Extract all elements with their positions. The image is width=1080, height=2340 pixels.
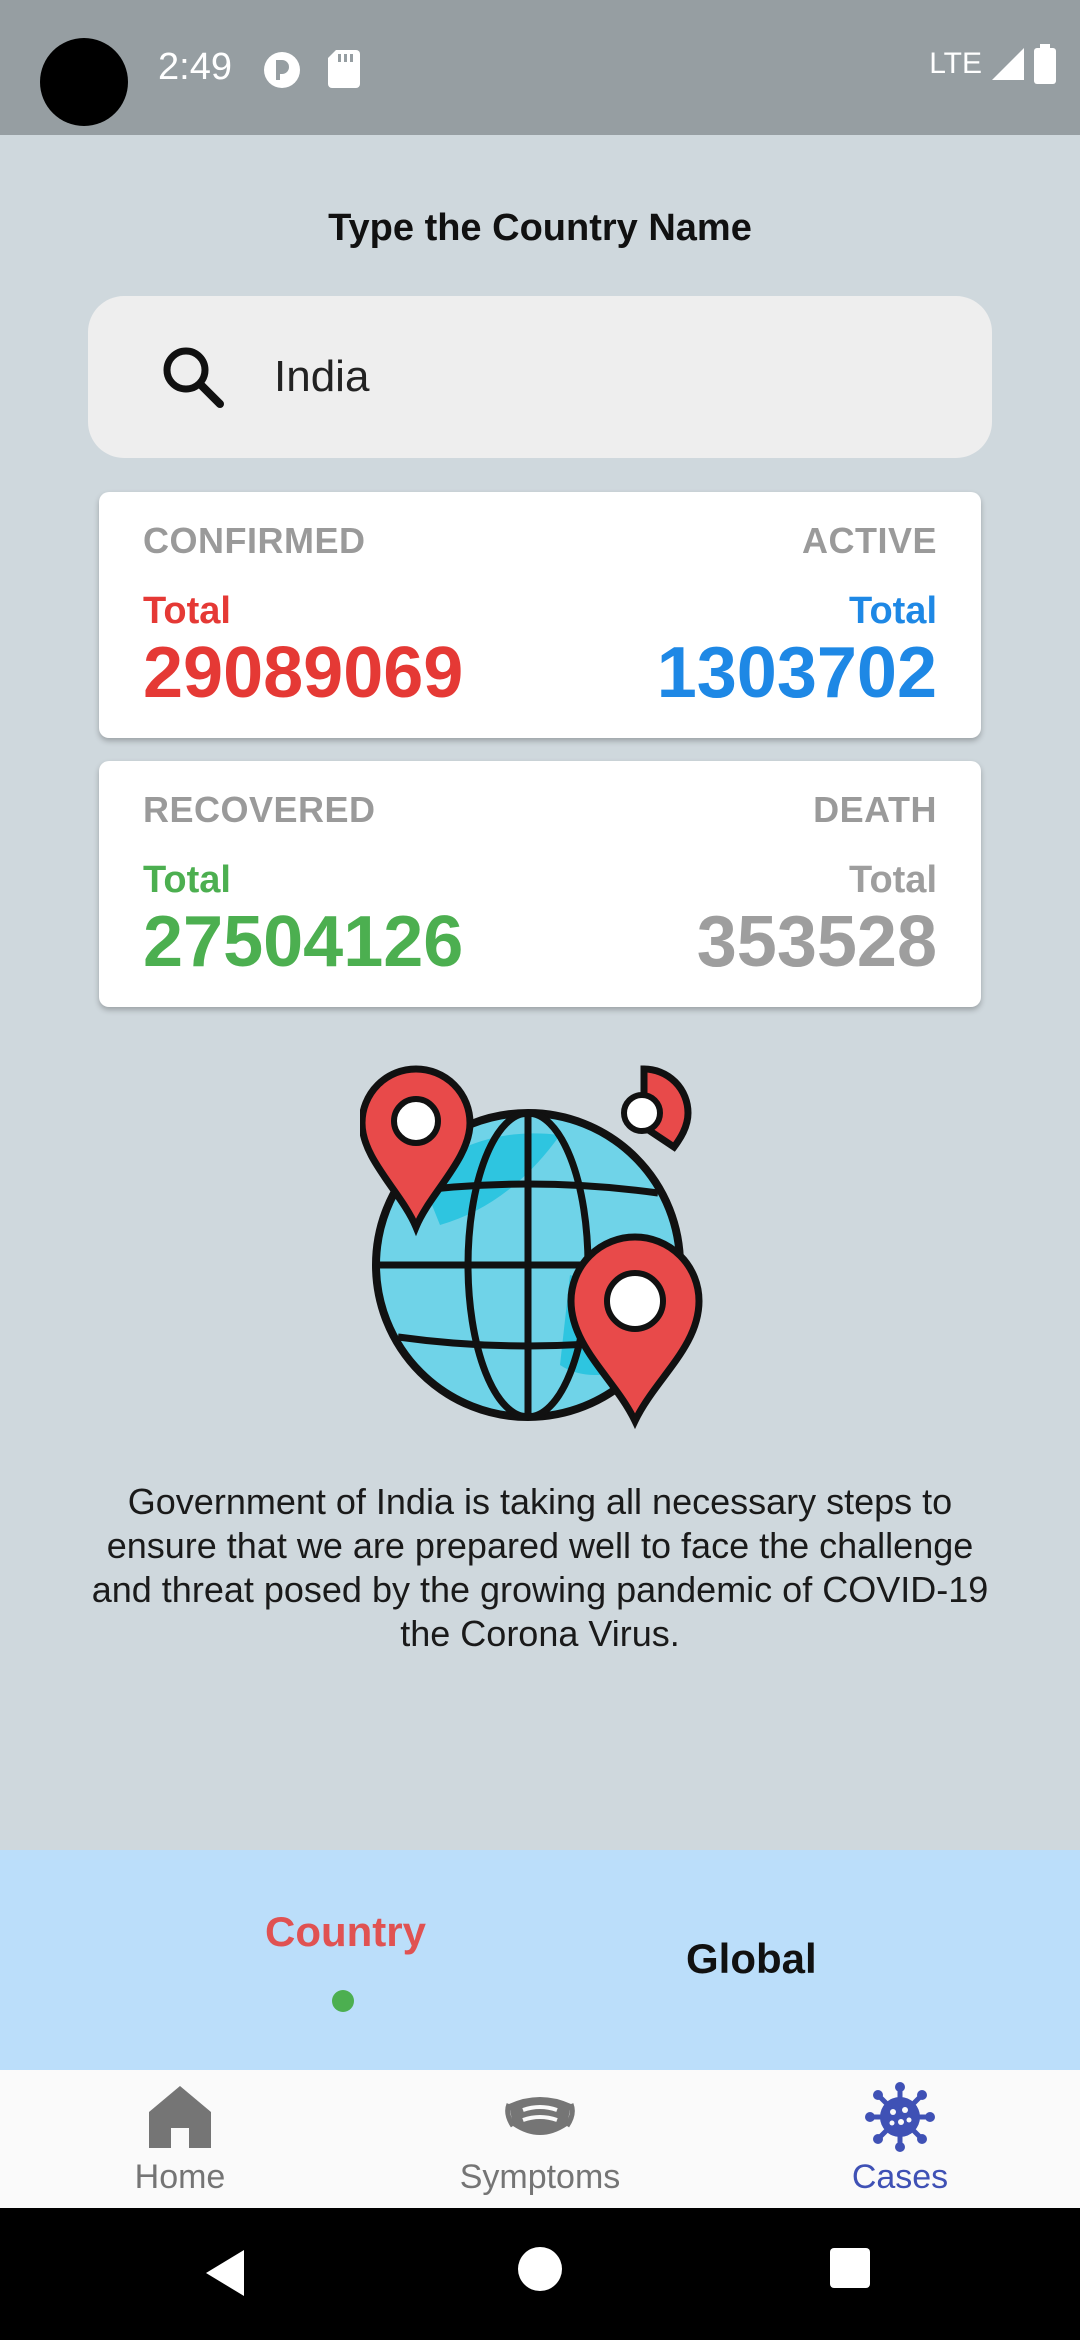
confirmed-sub-label: Total — [143, 590, 231, 632]
tab-global[interactable]: Global — [686, 1935, 817, 1983]
death-title: DEATH — [813, 789, 937, 830]
nav-label-home: Home — [134, 2158, 226, 2196]
search-icon — [163, 347, 224, 408]
country-search-input[interactable] — [274, 336, 954, 418]
status-time: 2:49 — [158, 46, 232, 88]
sd-card-icon — [328, 50, 360, 88]
nav-item-cases[interactable]: Cases — [720, 2070, 1080, 2208]
confirmed-title: CONFIRMED — [143, 520, 366, 561]
system-navigation-bar — [0, 2208, 1080, 2340]
active-title: ACTIVE — [801, 520, 937, 561]
search-box[interactable] — [88, 296, 992, 458]
recovered-title: RECOVERED — [143, 789, 376, 830]
back-icon[interactable] — [200, 2246, 250, 2300]
confirmed-value: 29089069 — [143, 633, 464, 713]
home-icon — [149, 2086, 211, 2148]
bottom-navigation: Home Symptoms Cases — [0, 2070, 1080, 2208]
death-sub-label: Total — [849, 859, 937, 901]
stats-card-confirmed-active: CONFIRMED Total 29089069 ACTIVE Total 13… — [99, 492, 981, 738]
app-notification-icon — [264, 52, 300, 88]
active-stat: ACTIVE Total 1303702 — [496, 492, 937, 738]
death-stat: DEATH Total 353528 — [496, 761, 937, 1007]
active-sub-label: Total — [849, 590, 937, 632]
main-content: Type the Country Name CONFIRMED Total 29… — [0, 135, 1080, 1850]
globe-pins-illustration — [360, 1065, 703, 1430]
recovered-value: 27504126 — [143, 902, 464, 982]
region-tab-strip: Country Global — [0, 1850, 1080, 2070]
camera-cutout — [40, 38, 128, 126]
recents-icon[interactable] — [828, 2246, 872, 2290]
active-value: 1303702 — [656, 633, 937, 713]
nav-item-symptoms[interactable]: Symptoms — [360, 2070, 720, 2208]
virus-icon — [865, 2082, 935, 2152]
death-value: 353528 — [696, 902, 937, 982]
battery-icon — [1034, 44, 1056, 84]
status-bar: 2:49 LTE — [0, 0, 1080, 135]
recovered-sub-label: Total — [143, 859, 231, 901]
nav-item-home[interactable]: Home — [0, 2070, 360, 2208]
tab-country[interactable]: Country — [265, 1908, 426, 1956]
nav-label-cases: Cases — [851, 2158, 949, 2196]
search-prompt: Type the Country Name — [328, 207, 752, 249]
active-tab-indicator — [332, 1990, 354, 2012]
signal-icon — [992, 48, 1024, 80]
home-button-icon[interactable] — [517, 2246, 563, 2292]
info-text: Government of India is taking all necess… — [91, 1481, 989, 1654]
network-type: LTE — [929, 47, 982, 80]
nav-label-symptoms: Symptoms — [459, 2158, 621, 2196]
stats-card-recovered-death: RECOVERED Total 27504126 DEATH Total 353… — [99, 761, 981, 1007]
mask-icon — [505, 2097, 575, 2135]
status-right: LTE — [929, 44, 1056, 84]
